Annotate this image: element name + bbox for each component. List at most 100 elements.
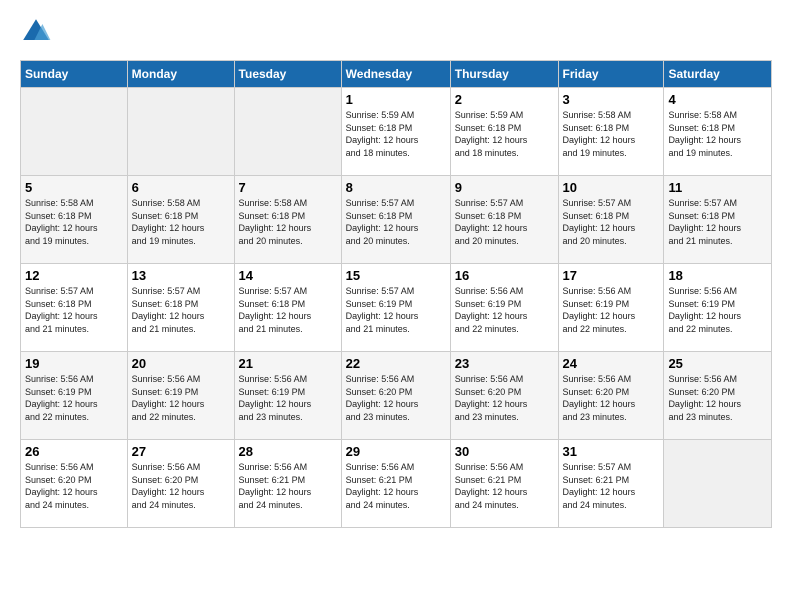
logo-icon: [20, 16, 52, 48]
day-number: 26: [25, 444, 123, 459]
calendar-cell: 3 Sunrise: 5:58 AM Sunset: 6:18 PM Daylig…: [558, 88, 664, 176]
calendar-cell: [21, 88, 128, 176]
day-info: Sunrise: 5:57 AM Sunset: 6:18 PM Dayligh…: [239, 285, 337, 335]
calendar-cell: 19 Sunrise: 5:56 AM Sunset: 6:19 PM Dayli…: [21, 352, 128, 440]
day-number: 21: [239, 356, 337, 371]
day-number: 29: [346, 444, 446, 459]
day-info: Sunrise: 5:57 AM Sunset: 6:18 PM Dayligh…: [455, 197, 554, 247]
calendar-cell: 12Sunrise: 5:57 AM Sunset: 6:18 PM Dayli…: [21, 264, 128, 352]
calendar-cell: 5 Sunrise: 5:58 AM Sunset: 6:18 PM Daylig…: [21, 176, 128, 264]
calendar-week-row: 5 Sunrise: 5:58 AM Sunset: 6:18 PM Daylig…: [21, 176, 772, 264]
day-number: 12: [25, 268, 123, 283]
logo: [20, 16, 56, 48]
day-number: 19: [25, 356, 123, 371]
day-info: Sunrise: 5:56 AM Sunset: 6:19 PM Dayligh…: [563, 285, 660, 335]
day-info: Sunrise: 5:57 AM Sunset: 6:18 PM Dayligh…: [668, 197, 767, 247]
day-info: Sunrise: 5:59 AM Sunset: 6:18 PM Dayligh…: [346, 109, 446, 159]
calendar-cell: 1 Sunrise: 5:59 AM Sunset: 6:18 PM Daylig…: [341, 88, 450, 176]
day-number: 13: [132, 268, 230, 283]
calendar-week-row: 12 Sunrise: 5:57 AM Sunset: 6:18 PM Dayli…: [21, 264, 772, 352]
day-info: Sunrise: 5:56 AM Sunset: 6:20 PM Dayligh…: [455, 373, 554, 423]
day-info: Sunrise: 5:56 AM Sunset: 6:19 PM Dayligh…: [668, 285, 767, 335]
calendar-cell: 4Sunrise: 5:58 AM Sunset: 6:18 PM Daylig…: [664, 88, 772, 176]
calendar-cell: 23 Sunrise: 5:56 AM Sunset: 6:20 PM Dayli…: [450, 352, 558, 440]
day-info: Sunrise: 5:57 AM Sunset: 6:18 PM Dayligh…: [132, 285, 230, 335]
day-info: Sunrise: 5:58 AM Sunset: 6:18 PM Dayligh…: [563, 109, 660, 159]
calendar-table: SundayMondayTuesdayWednesdayThursdayFrid…: [20, 60, 772, 528]
day-number: 2: [455, 92, 554, 107]
day-number: 31: [563, 444, 660, 459]
day-info: Sunrise: 5:56 AM Sunset: 6:20 PM Dayligh…: [563, 373, 660, 423]
calendar-cell: 31 Sunrise: 5:57 AM Sunset: 6:21 PM Dayli…: [558, 440, 664, 528]
calendar-cell: 8 Sunrise: 5:57 AM Sunset: 6:18 PM Daylig…: [341, 176, 450, 264]
day-info: Sunrise: 5:56 AM Sunset: 6:19 PM Dayligh…: [239, 373, 337, 423]
day-number: 11: [668, 180, 767, 195]
day-number: 18: [668, 268, 767, 283]
day-number: 23: [455, 356, 554, 371]
calendar-cell: 11 Sunrise: 5:57 AM Sunset: 6:18 PM Dayli…: [664, 176, 772, 264]
day-number: 10: [563, 180, 660, 195]
day-number: 7: [239, 180, 337, 195]
calendar-cell: 26 Sunrise: 5:56 AM Sunset: 6:20 PM Dayli…: [21, 440, 128, 528]
day-info: Sunrise: 5:56 AM Sunset: 6:20 PM Dayligh…: [25, 461, 123, 511]
calendar-cell: 2 Sunrise: 5:59 AM Sunset: 6:18 PM Daylig…: [450, 88, 558, 176]
weekday-header-tuesday: Tuesday: [234, 61, 341, 88]
day-number: 30: [455, 444, 554, 459]
calendar-cell: [234, 88, 341, 176]
calendar-cell: [664, 440, 772, 528]
weekday-header-saturday: Saturday: [664, 61, 772, 88]
day-info: Sunrise: 5:56 AM Sunset: 6:21 PM Dayligh…: [346, 461, 446, 511]
day-number: 5: [25, 180, 123, 195]
weekday-header-thursday: Thursday: [450, 61, 558, 88]
calendar-cell: 13 Sunrise: 5:57 AM Sunset: 6:18 PM Dayli…: [127, 264, 234, 352]
calendar-week-row: 26 Sunrise: 5:56 AM Sunset: 6:20 PM Dayli…: [21, 440, 772, 528]
day-info: Sunrise: 5:56 AM Sunset: 6:21 PM Dayligh…: [455, 461, 554, 511]
day-info: Sunrise: 5:58 AM Sunset: 6:18 PM Dayligh…: [25, 197, 123, 247]
day-number: 20: [132, 356, 230, 371]
day-number: 27: [132, 444, 230, 459]
calendar-cell: 9 Sunrise: 5:57 AM Sunset: 6:18 PM Daylig…: [450, 176, 558, 264]
day-number: 3: [563, 92, 660, 107]
day-info: Sunrise: 5:56 AM Sunset: 6:19 PM Dayligh…: [25, 373, 123, 423]
day-info: Sunrise: 5:56 AM Sunset: 6:20 PM Dayligh…: [346, 373, 446, 423]
day-info: Sunrise: 5:57 AM Sunset: 6:18 PM Dayligh…: [563, 197, 660, 247]
day-number: 6: [132, 180, 230, 195]
calendar-cell: 7 Sunrise: 5:58 AM Sunset: 6:18 PM Daylig…: [234, 176, 341, 264]
day-info: Sunrise: 5:58 AM Sunset: 6:18 PM Dayligh…: [132, 197, 230, 247]
day-number: 22: [346, 356, 446, 371]
day-info: Sunrise: 5:57 AM Sunset: 6:18 PM Dayligh…: [346, 197, 446, 247]
day-info: Sunrise: 5:57 AM Sunset: 6:21 PM Dayligh…: [563, 461, 660, 511]
calendar-cell: 29 Sunrise: 5:56 AM Sunset: 6:21 PM Dayli…: [341, 440, 450, 528]
day-info: Sunrise: 5:57 AM Sunset: 6:19 PM Dayligh…: [346, 285, 446, 335]
calendar-cell: 28Sunrise: 5:56 AM Sunset: 6:21 PM Dayli…: [234, 440, 341, 528]
day-info: Sunrise: 5:56 AM Sunset: 6:20 PM Dayligh…: [668, 373, 767, 423]
day-number: 16: [455, 268, 554, 283]
weekday-header-sunday: Sunday: [21, 61, 128, 88]
page: SundayMondayTuesdayWednesdayThursdayFrid…: [0, 0, 792, 544]
day-number: 1: [346, 92, 446, 107]
day-number: 25: [668, 356, 767, 371]
calendar-cell: 14Sunrise: 5:57 AM Sunset: 6:18 PM Dayli…: [234, 264, 341, 352]
day-info: Sunrise: 5:56 AM Sunset: 6:21 PM Dayligh…: [239, 461, 337, 511]
weekday-header-wednesday: Wednesday: [341, 61, 450, 88]
day-number: 8: [346, 180, 446, 195]
calendar-cell: 6 Sunrise: 5:58 AM Sunset: 6:18 PM Daylig…: [127, 176, 234, 264]
calendar-cell: [127, 88, 234, 176]
day-info: Sunrise: 5:58 AM Sunset: 6:18 PM Dayligh…: [239, 197, 337, 247]
header: [20, 16, 772, 48]
calendar-cell: 21 Sunrise: 5:56 AM Sunset: 6:19 PM Dayli…: [234, 352, 341, 440]
day-info: Sunrise: 5:56 AM Sunset: 6:19 PM Dayligh…: [455, 285, 554, 335]
calendar-cell: 22 Sunrise: 5:56 AM Sunset: 6:20 PM Dayli…: [341, 352, 450, 440]
day-number: 9: [455, 180, 554, 195]
calendar-cell: 30 Sunrise: 5:56 AM Sunset: 6:21 PM Dayli…: [450, 440, 558, 528]
calendar-week-row: 1 Sunrise: 5:59 AM Sunset: 6:18 PM Daylig…: [21, 88, 772, 176]
calendar-cell: 18 Sunrise: 5:56 AM Sunset: 6:19 PM Dayli…: [664, 264, 772, 352]
calendar-cell: 17Sunrise: 5:56 AM Sunset: 6:19 PM Dayli…: [558, 264, 664, 352]
weekday-header-row: SundayMondayTuesdayWednesdayThursdayFrid…: [21, 61, 772, 88]
calendar-cell: 10 Sunrise: 5:57 AM Sunset: 6:18 PM Dayli…: [558, 176, 664, 264]
day-info: Sunrise: 5:56 AM Sunset: 6:20 PM Dayligh…: [132, 461, 230, 511]
calendar-cell: 27 Sunrise: 5:56 AM Sunset: 6:20 PM Dayli…: [127, 440, 234, 528]
calendar-cell: 24Sunrise: 5:56 AM Sunset: 6:20 PM Dayli…: [558, 352, 664, 440]
calendar-cell: 20Sunrise: 5:56 AM Sunset: 6:19 PM Dayli…: [127, 352, 234, 440]
day-info: Sunrise: 5:59 AM Sunset: 6:18 PM Dayligh…: [455, 109, 554, 159]
